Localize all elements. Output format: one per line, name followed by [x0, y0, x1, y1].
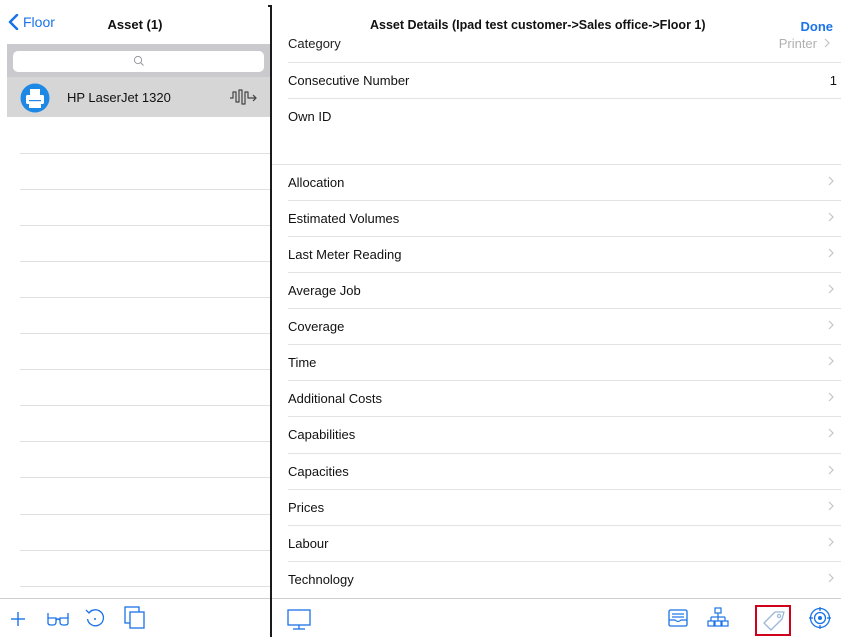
section-label: Coverage	[288, 319, 345, 334]
list-separator	[20, 477, 270, 478]
chevron-right-icon	[828, 573, 834, 583]
left-pane-title: Asset (1)	[107, 17, 163, 32]
search-bar	[7, 44, 270, 77]
done-button[interactable]: Done	[801, 19, 834, 34]
chevron-right-icon	[828, 501, 834, 511]
asset-list-pane: Floor Asset (1) HP LaserJet 1320	[0, 0, 270, 637]
target-icon[interactable]	[809, 607, 831, 629]
glasses-icon[interactable]	[46, 612, 70, 626]
hierarchy-icon[interactable]	[707, 607, 729, 629]
section-label: Capacities	[288, 464, 349, 479]
list-separator	[20, 189, 270, 190]
list-separator	[20, 441, 270, 442]
list-separator	[20, 297, 270, 298]
chevron-right-icon	[828, 428, 834, 438]
section-row-technology[interactable]: Technology	[272, 561, 841, 597]
section-row-labour[interactable]: Labour	[272, 525, 841, 561]
asset-details-pane: Category Printer Asset Details (Ipad tes…	[272, 0, 841, 637]
chevron-right-icon	[824, 38, 830, 48]
section-row-last-meter-reading[interactable]: Last Meter Reading	[272, 236, 841, 272]
tag-button-highlight[interactable]	[755, 605, 791, 636]
group-spacer	[272, 134, 841, 164]
left-toolbar	[0, 598, 270, 637]
list-separator	[20, 514, 270, 515]
section-row-capabilities[interactable]: Capabilities	[272, 416, 841, 452]
section-row-time[interactable]: Time	[272, 344, 841, 380]
section-row-estimated-volumes[interactable]: Estimated Volumes	[272, 200, 841, 236]
list-separator	[20, 586, 270, 587]
section-label: Prices	[288, 500, 325, 515]
field-value: 1	[829, 73, 837, 88]
section-row-coverage[interactable]: Coverage	[272, 308, 841, 344]
section-row-allocation[interactable]: Allocation	[272, 164, 841, 200]
list-separator	[20, 333, 270, 334]
chevron-right-icon	[828, 284, 834, 294]
section-label: Estimated Volumes	[288, 211, 400, 226]
list-separator	[20, 369, 270, 370]
section-label: Labour	[288, 536, 329, 551]
signal-wave-icon[interactable]	[229, 87, 259, 107]
field-row-consecutive-number[interactable]: Consecutive Number 1	[272, 62, 841, 98]
list-separator	[20, 153, 270, 154]
category-value: Printer	[778, 36, 817, 51]
chevron-right-icon	[828, 248, 834, 258]
asset-name: HP LaserJet 1320	[67, 90, 171, 105]
section-row-average-job[interactable]: Average Job	[272, 272, 841, 308]
chevron-right-icon	[828, 320, 834, 330]
field-row-own-id[interactable]: Own ID	[272, 98, 841, 134]
section-label: Allocation	[288, 175, 345, 190]
category-label: Category	[288, 36, 341, 51]
refresh-icon[interactable]	[84, 607, 106, 629]
monitor-icon[interactable]	[287, 609, 311, 631]
section-row-prices[interactable]: Prices	[272, 489, 841, 525]
chevron-right-icon	[828, 212, 834, 222]
printer-icon	[20, 83, 50, 113]
section-label: Additional Costs	[288, 391, 382, 406]
right-toolbar	[272, 598, 841, 637]
list-separator	[20, 550, 270, 551]
section-row-additional-costs[interactable]: Additional Costs	[272, 380, 841, 416]
section-label: Last Meter Reading	[288, 247, 402, 262]
asset-list-item[interactable]: HP LaserJet 1320	[7, 77, 270, 117]
left-navigation-bar: Floor Asset (1)	[0, 0, 270, 44]
chevron-right-icon	[828, 465, 834, 475]
chevron-right-icon	[828, 537, 834, 547]
list-separator	[20, 225, 270, 226]
list-separator	[20, 261, 270, 262]
section-label: Capabilities	[288, 427, 356, 442]
section-row-capacities[interactable]: Capacities	[272, 453, 841, 489]
section-label: Technology	[288, 572, 354, 587]
chevron-right-icon	[828, 176, 834, 186]
field-label: Consecutive Number	[288, 73, 410, 88]
tag-icon	[763, 611, 785, 631]
list-separator	[20, 405, 270, 406]
inbox-icon[interactable]	[668, 608, 688, 628]
section-label: Average Job	[288, 283, 361, 298]
chevron-right-icon	[828, 356, 834, 366]
page-title: Asset Details (Ipad test customer->Sales…	[370, 18, 706, 32]
chevron-right-icon	[828, 392, 834, 402]
field-label: Own ID	[288, 109, 332, 124]
copy-icon[interactable]	[124, 606, 146, 630]
right-navigation-bar: Asset Details (Ipad test customer->Sales…	[272, 0, 841, 38]
search-icon	[133, 55, 144, 66]
section-label: Time	[288, 355, 317, 370]
plus-icon[interactable]	[10, 611, 26, 627]
search-input[interactable]	[13, 51, 264, 72]
